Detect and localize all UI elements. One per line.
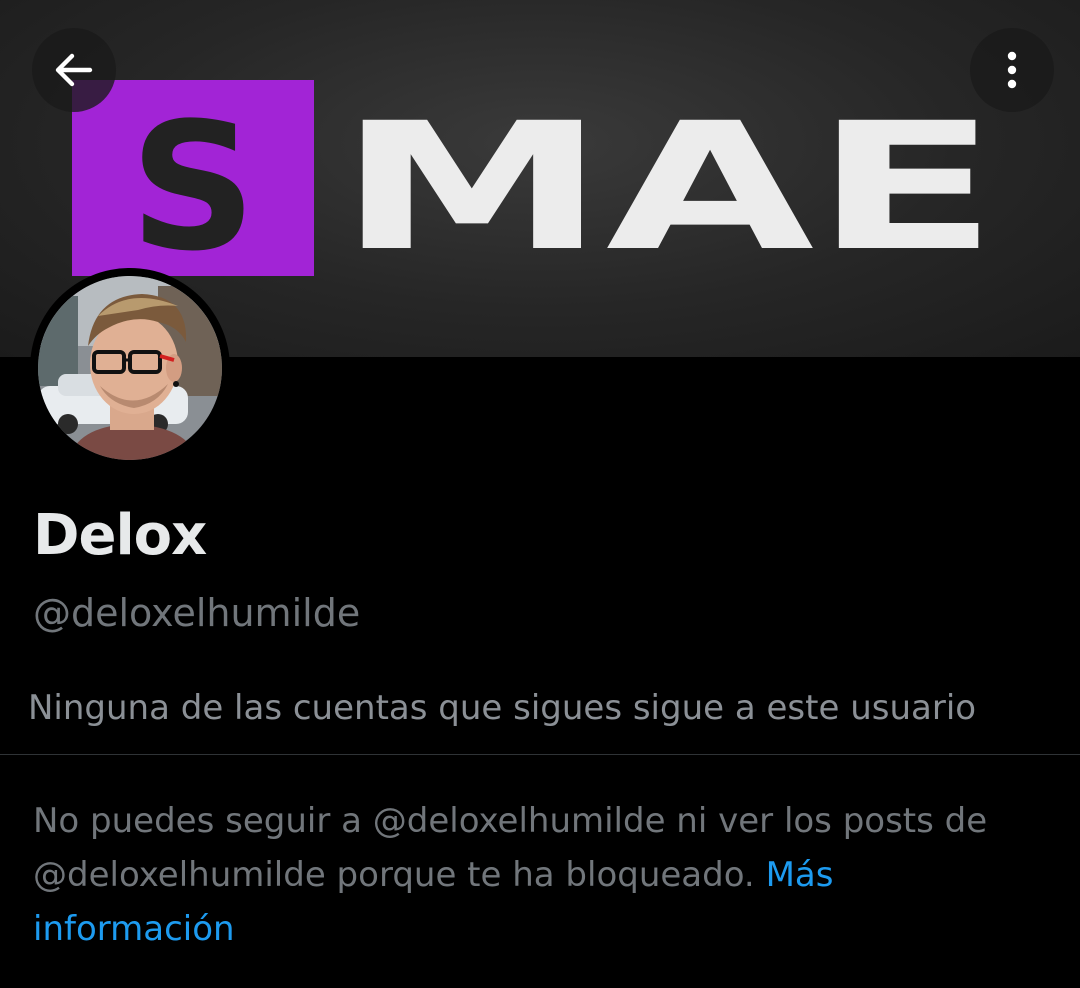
blocked-notice: No puedes seguir a @deloxelhumilde ni ve… [33,794,1043,956]
logo-rest: MAE [338,85,998,276]
banner-logo: S MAE [72,80,1012,276]
avatar-photo [38,276,222,460]
back-button[interactable] [32,28,116,112]
logo-letter-box: S [130,85,257,276]
profile-page: S MAE Delox @deloxelhumilde Ninguna de l… [0,0,1080,988]
display-name: Delox [33,503,207,568]
arrow-left-icon [50,46,98,94]
more-options-button[interactable] [970,28,1054,112]
divider [0,754,1080,755]
avatar[interactable] [30,268,230,468]
followers-you-know-note: Ninguna de las cuentas que sigues sigue … [28,688,977,728]
more-vertical-icon [988,46,1036,94]
profile-handle: @deloxelhumilde [33,591,361,635]
blocked-message: No puedes seguir a @deloxelhumilde ni ve… [33,801,988,895]
